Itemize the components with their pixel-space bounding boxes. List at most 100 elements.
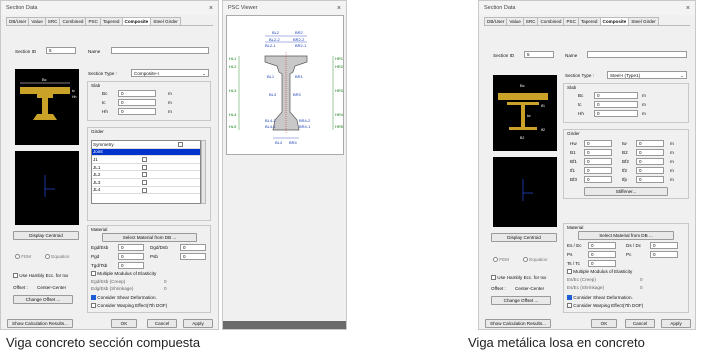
ds-dc-input[interactable]: 0 <box>650 242 678 249</box>
tab-value[interactable]: Value <box>28 17 46 25</box>
consider-shear-checkbox[interactable]: Consider Shear Deformation. <box>91 295 157 301</box>
use-hambly-checkbox[interactable]: Use Hambly Ecc. for Ixx <box>491 275 546 281</box>
fem-radio-circle[interactable] <box>15 254 20 260</box>
hw-input[interactable]: 0 <box>584 140 612 147</box>
ok-button[interactable]: OK <box>591 319 617 328</box>
select-material-button[interactable]: Select Material from DB ... <box>102 233 197 242</box>
bf3-input[interactable]: 0 <box>584 176 612 183</box>
tf1-input[interactable]: 0 <box>584 167 612 174</box>
apply-button[interactable]: Apply <box>183 319 213 328</box>
tw-input[interactable]: 0 <box>636 140 664 147</box>
table-row[interactable]: JL4 <box>92 187 200 195</box>
show-calculation-button[interactable]: Show Calculation Results... <box>485 319 551 328</box>
psb-input[interactable]: 0 <box>180 253 206 260</box>
section-type-select[interactable]: Steel-I (Type1) ⌄ <box>607 71 687 79</box>
dgd-dsb-input[interactable]: 0 <box>180 244 206 251</box>
equation-radio-circle[interactable] <box>523 257 528 263</box>
tfp-input[interactable]: 0 <box>636 176 664 183</box>
section-id-input[interactable]: 5 <box>524 51 554 58</box>
close-icon[interactable]: × <box>337 5 341 12</box>
tf2-input[interactable]: 0 <box>636 167 664 174</box>
fem-radio-circle[interactable] <box>493 257 498 263</box>
stiffener-button[interactable]: Stiffener... <box>584 187 668 196</box>
close-icon[interactable]: × <box>209 5 213 12</box>
use-hambly-checkbox[interactable]: Use Hambly Ecc. for Ixx <box>13 273 68 279</box>
egd-esb-input[interactable]: 0 <box>118 244 144 251</box>
hh-input[interactable]: 0 <box>594 110 638 117</box>
row-checkbox[interactable] <box>142 172 147 178</box>
row-checkbox[interactable] <box>142 164 147 170</box>
checkbox[interactable] <box>13 273 18 279</box>
table-row[interactable]: JL2 <box>92 171 200 179</box>
symmetry-checkbox[interactable] <box>178 142 183 147</box>
tab-value[interactable]: Value <box>506 17 524 25</box>
name-input[interactable] <box>111 47 209 54</box>
name-input[interactable] <box>587 51 687 58</box>
tab-combined[interactable]: Combined <box>537 17 565 25</box>
bc-input[interactable]: 0 <box>594 92 638 99</box>
table-row[interactable]: Symmetry <box>92 141 200 149</box>
row-checkbox[interactable] <box>142 187 147 193</box>
display-centroid-button[interactable]: Display Centroid <box>13 231 79 240</box>
checkbox-checked[interactable] <box>91 295 96 301</box>
bf1-input[interactable]: 0 <box>584 158 612 165</box>
pgd-input[interactable]: 0 <box>118 253 144 260</box>
cancel-button[interactable]: Cancel <box>625 319 655 328</box>
show-calculation-button[interactable]: Show Calculation Results... <box>7 319 73 328</box>
tab-src[interactable]: SRC <box>522 17 539 25</box>
section-type-select[interactable]: Composite-I ⌄ <box>131 69 209 77</box>
checkbox-checked[interactable] <box>567 295 572 301</box>
tab-composite[interactable]: Composite <box>121 17 152 25</box>
b2-input[interactable]: 0 <box>636 149 664 156</box>
change-offset-button[interactable]: Change Offset ... <box>13 295 73 304</box>
checkbox[interactable] <box>567 269 572 275</box>
cancel-button[interactable]: Cancel <box>147 319 177 328</box>
section-id-input[interactable]: 5 <box>46 47 76 54</box>
b1-input[interactable]: 0 <box>584 149 612 156</box>
table-scrollbar[interactable] <box>201 140 206 204</box>
row-checkbox[interactable] <box>142 157 147 163</box>
table-row[interactable]: JL1 <box>92 164 200 172</box>
ps-input[interactable]: 0 <box>588 251 616 258</box>
apply-button[interactable]: Apply <box>661 319 691 328</box>
consider-warping-checkbox[interactable]: Consider Warping Effect(7th DOF) <box>91 303 167 309</box>
tab-composite[interactable]: Composite <box>599 17 630 25</box>
tab-tapered[interactable]: Tapered <box>577 17 601 25</box>
consider-shear-checkbox[interactable]: Consider Shear Deformation. <box>567 295 633 301</box>
checkbox[interactable] <box>91 303 96 309</box>
close-icon[interactable]: × <box>686 5 690 12</box>
ok-button[interactable]: OK <box>111 319 137 328</box>
tgd-tsb-input[interactable]: 0 <box>118 262 144 269</box>
change-offset-button[interactable]: Change Offset ... <box>491 296 551 305</box>
tab-steel-girder[interactable]: Steel Girder <box>628 17 659 25</box>
fem-radio[interactable]: FEM <box>493 257 509 263</box>
tc-input[interactable]: 0 <box>118 99 156 106</box>
table-row[interactable]: J1 <box>92 156 200 164</box>
tab-psc[interactable]: PSC <box>563 17 579 25</box>
tab-db-user[interactable]: DB/User <box>6 17 30 25</box>
tab-psc[interactable]: PSC <box>85 17 101 25</box>
table-row[interactable]: Joint <box>92 148 200 157</box>
hh-input[interactable]: 0 <box>118 108 156 115</box>
multiple-modulus-checkbox[interactable]: Multiple Modulus of Elasticity <box>567 269 632 275</box>
equation-radio[interactable]: Equation <box>523 257 547 263</box>
ts-tc-input[interactable]: 0 <box>588 260 616 267</box>
select-material-button[interactable]: Select Material from DB ... <box>578 231 674 240</box>
tab-combined[interactable]: Combined <box>59 17 87 25</box>
pc-input[interactable]: 0 <box>650 251 678 258</box>
es-ec-input[interactable]: 0 <box>588 242 616 249</box>
consider-warping-checkbox[interactable]: Consider Warping Effect(7th DOF) <box>567 303 643 309</box>
tab-tapered[interactable]: Tapered <box>99 17 123 25</box>
fem-radio[interactable]: FEM <box>15 254 31 260</box>
tab-db-user[interactable]: DB/User <box>484 17 508 25</box>
checkbox[interactable] <box>91 271 96 277</box>
equation-radio[interactable]: Equation <box>45 254 69 260</box>
multiple-modulus-checkbox[interactable]: Multiple Modulus of Elasticity <box>91 271 156 277</box>
tab-steel-girder[interactable]: Steel Girder <box>150 17 181 25</box>
bf2-input[interactable]: 0 <box>636 158 664 165</box>
row-checkbox[interactable] <box>142 179 147 185</box>
tc-input[interactable]: 0 <box>594 101 638 108</box>
equation-radio-circle[interactable] <box>45 254 50 260</box>
tab-src[interactable]: SRC <box>44 17 61 25</box>
bc-input[interactable]: 0 <box>118 90 156 97</box>
